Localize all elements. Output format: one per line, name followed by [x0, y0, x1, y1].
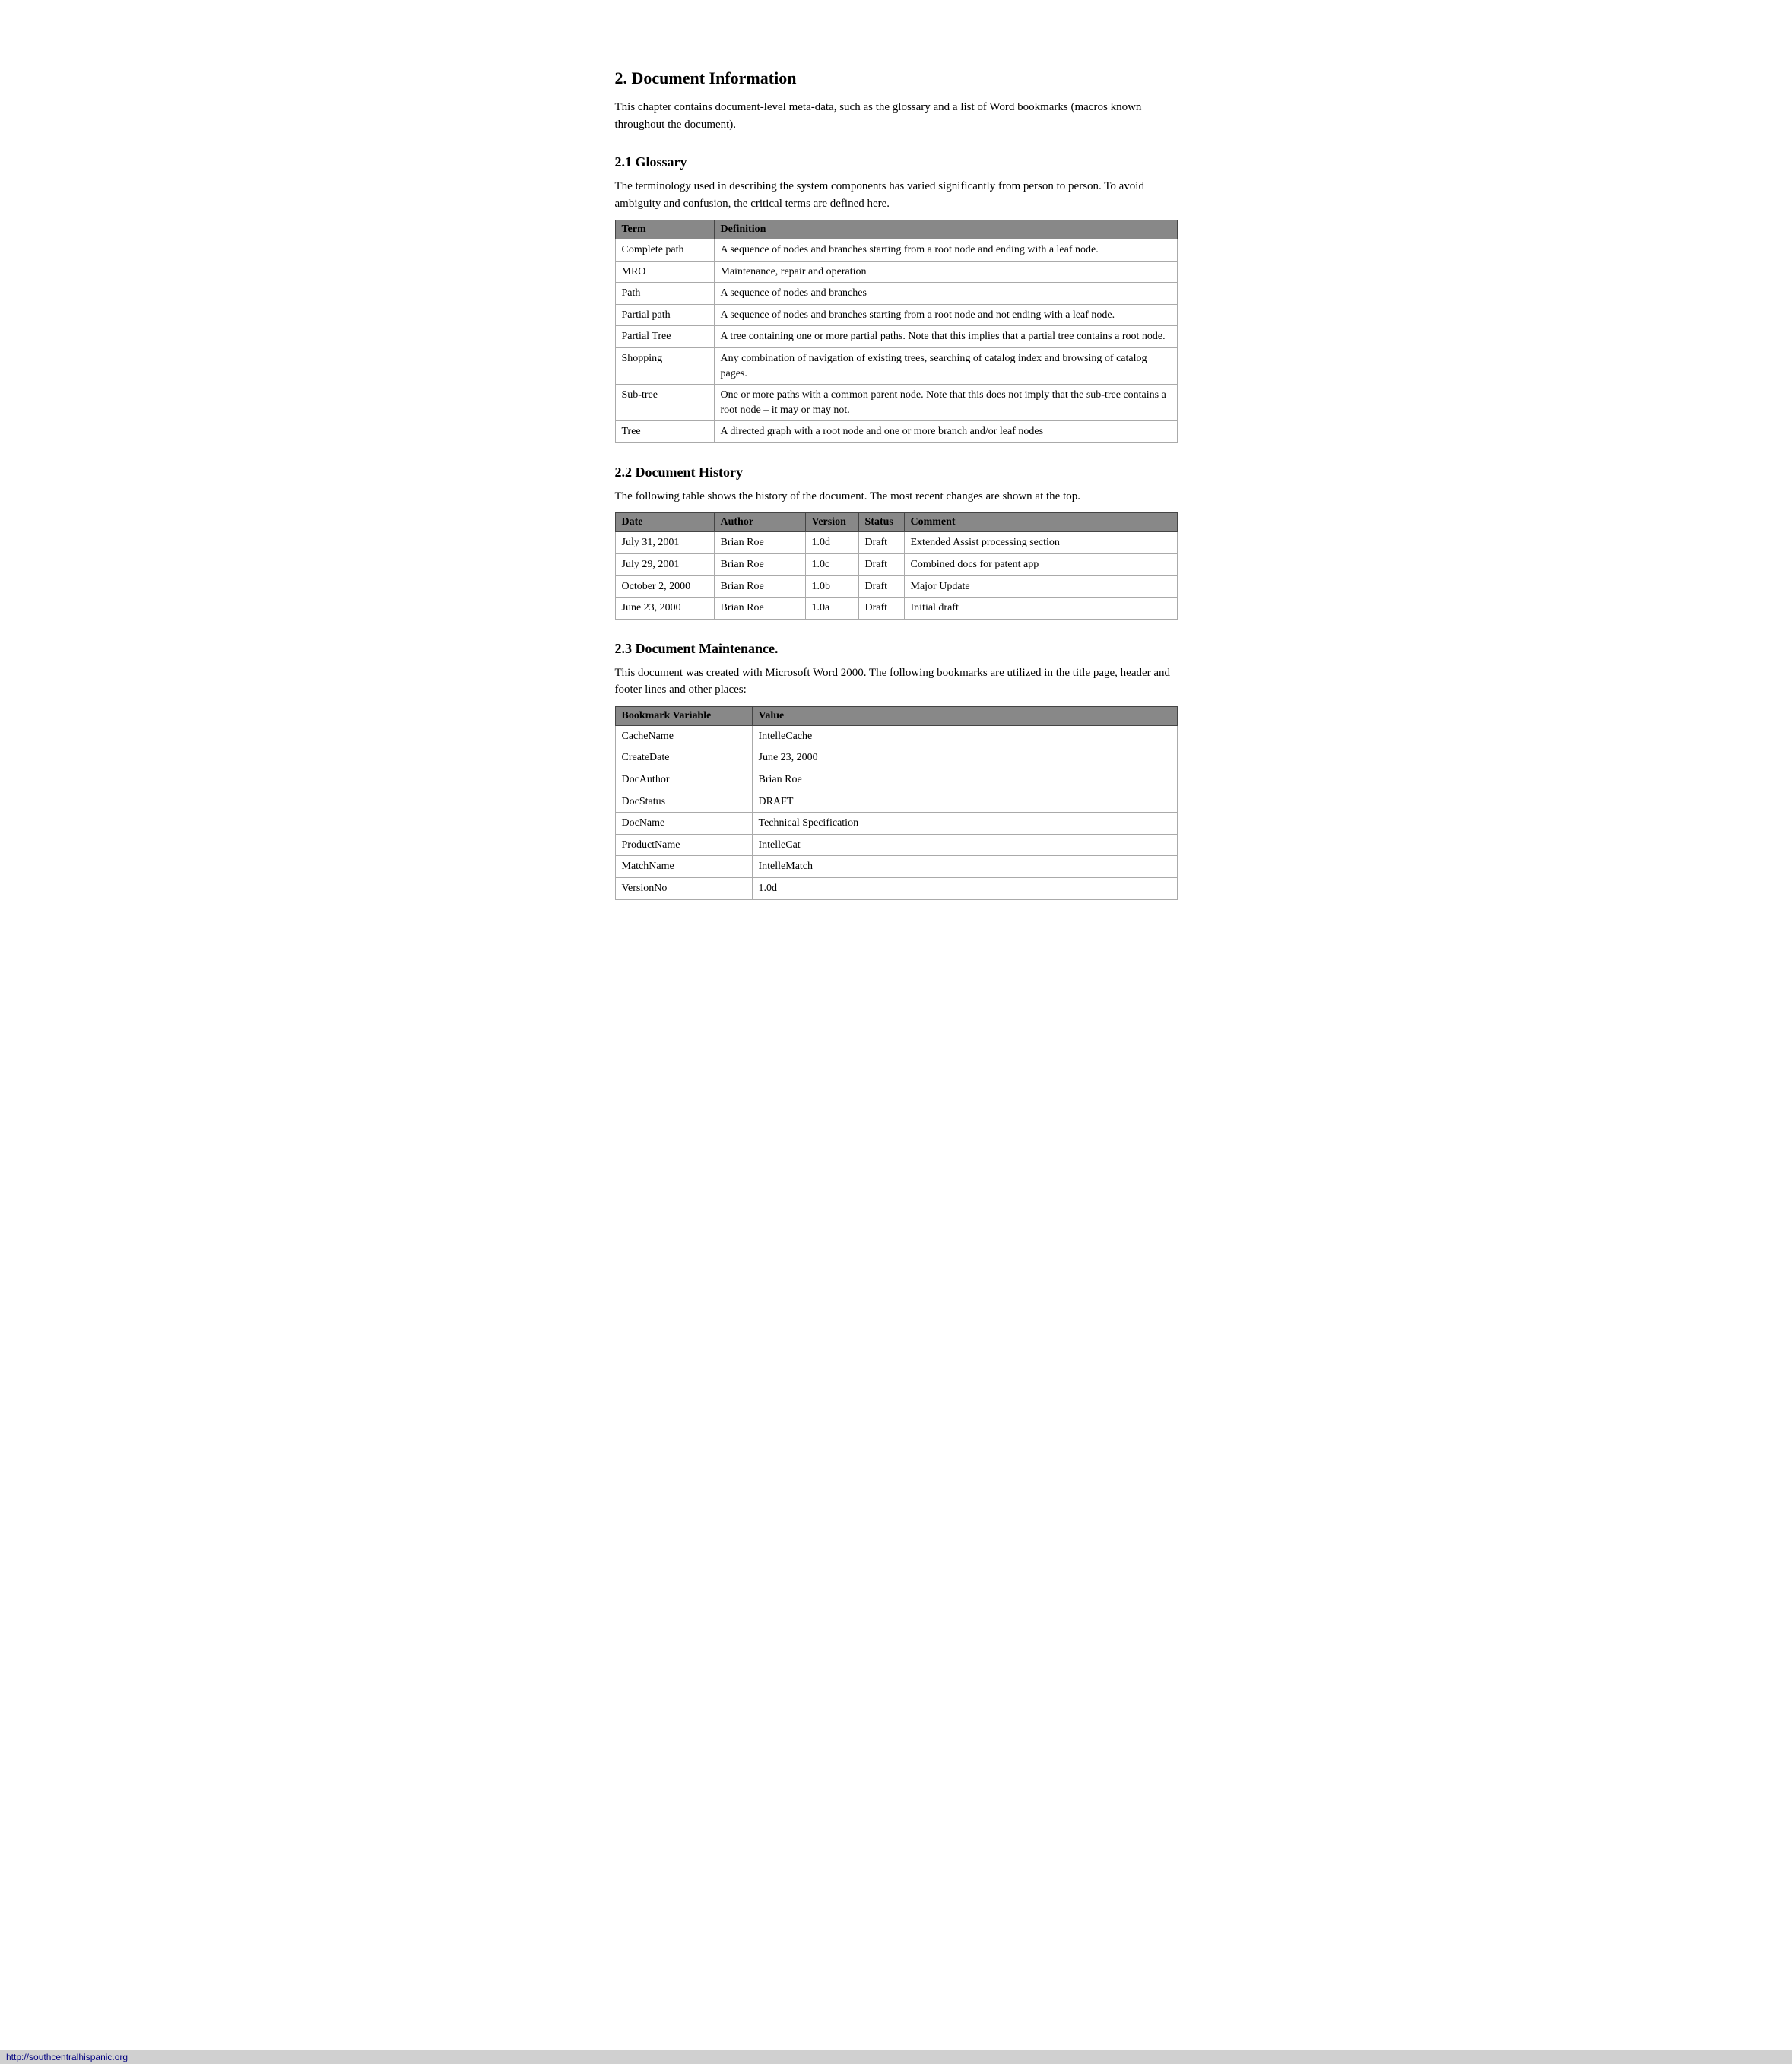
bookmark-variable-cell: DocName	[615, 813, 752, 835]
bookmark-row: MatchNameIntelleMatch	[615, 856, 1177, 878]
glossary-definition-cell: One or more paths with a common parent n…	[714, 385, 1177, 421]
glossary-term-cell: Shopping	[615, 347, 714, 384]
glossary-row: Sub-treeOne or more paths with a common …	[615, 385, 1177, 421]
glossary-definition-cell: Any combination of navigation of existin…	[714, 347, 1177, 384]
glossary-row: Partial pathA sequence of nodes and bran…	[615, 304, 1177, 326]
bookmark-value-cell: Technical Specification	[752, 813, 1177, 835]
history-col-status: Status	[858, 513, 904, 532]
history-col-author: Author	[714, 513, 805, 532]
history-row: July 31, 2001Brian Roe1.0dDraftExtended …	[615, 532, 1177, 554]
history-col-comment: Comment	[904, 513, 1177, 532]
bookmark-variable-cell: VersionNo	[615, 877, 752, 899]
history-col-version: Version	[805, 513, 858, 532]
bookmark-variable-cell: CacheName	[615, 725, 752, 747]
bookmark-value-cell: June 23, 2000	[752, 747, 1177, 769]
glossary-row: TreeA directed graph with a root node an…	[615, 421, 1177, 443]
glossary-definition-cell: A tree containing one or more partial pa…	[714, 326, 1177, 348]
bookmark-row: DocAuthorBrian Roe	[615, 769, 1177, 791]
bookmark-variable-cell: CreateDate	[615, 747, 752, 769]
glossary-row: ShoppingAny combination of navigation of…	[615, 347, 1177, 384]
glossary-row: PathA sequence of nodes and branches	[615, 283, 1177, 305]
glossary-col-term: Term	[615, 220, 714, 239]
bookmark-value-cell: 1.0d	[752, 877, 1177, 899]
bookmark-value-cell: Brian Roe	[752, 769, 1177, 791]
glossary-definition-cell: A sequence of nodes and branches startin…	[714, 304, 1177, 326]
history-cell: Draft	[858, 532, 904, 554]
url-bar: http://southcentralhispanic.org	[0, 2050, 1792, 2064]
glossary-term-cell: Partial path	[615, 304, 714, 326]
bookmark-value-cell: DRAFT	[752, 791, 1177, 813]
glossary-row: Complete pathA sequence of nodes and bra…	[615, 239, 1177, 262]
history-cell: Draft	[858, 575, 904, 598]
history-cell: Initial draft	[904, 598, 1177, 620]
history-cell: July 29, 2001	[615, 554, 714, 576]
bookmark-row: DocStatusDRAFT	[615, 791, 1177, 813]
history-row: June 23, 2000Brian Roe1.0aDraftInitial d…	[615, 598, 1177, 620]
history-cell: Draft	[858, 598, 904, 620]
bookmark-variable-cell: DocStatus	[615, 791, 752, 813]
glossary-row: Partial TreeA tree containing one or mor…	[615, 326, 1177, 348]
glossary-term-cell: Path	[615, 283, 714, 305]
section2-heading: 2. Document Information	[615, 68, 1178, 88]
history-cell: Major Update	[904, 575, 1177, 598]
history-cell: Brian Roe	[714, 575, 805, 598]
glossary-term-cell: Tree	[615, 421, 714, 443]
history-cell: Combined docs for patent app	[904, 554, 1177, 576]
bookmark-value-cell: IntelleCache	[752, 725, 1177, 747]
bookmark-col-value: Value	[752, 706, 1177, 725]
bookmark-variable-cell: MatchName	[615, 856, 752, 878]
history-cell: Brian Roe	[714, 554, 805, 576]
history-col-date: Date	[615, 513, 714, 532]
bookmark-row: VersionNo1.0d	[615, 877, 1177, 899]
bookmark-row: CreateDateJune 23, 2000	[615, 747, 1177, 769]
glossary-definition-cell: A directed graph with a root node and on…	[714, 421, 1177, 443]
history-cell: Brian Roe	[714, 598, 805, 620]
section23-intro: This document was created with Microsoft…	[615, 664, 1178, 699]
history-cell: July 31, 2001	[615, 532, 714, 554]
section21-intro: The terminology used in describing the s…	[615, 178, 1178, 212]
history-cell: Extended Assist processing section	[904, 532, 1177, 554]
bookmark-col-variable: Bookmark Variable	[615, 706, 752, 725]
glossary-definition-cell: A sequence of nodes and branches startin…	[714, 239, 1177, 262]
history-cell: 1.0b	[805, 575, 858, 598]
glossary-table: Term Definition Complete pathA sequence …	[615, 220, 1178, 443]
history-table: Date Author Version Status Comment July …	[615, 512, 1178, 619]
section22-intro: The following table shows the history of…	[615, 488, 1178, 506]
history-cell: 1.0d	[805, 532, 858, 554]
section23-heading: 2.3 Document Maintenance.	[615, 641, 1178, 657]
glossary-term-cell: Complete path	[615, 239, 714, 262]
glossary-definition-cell: A sequence of nodes and branches	[714, 283, 1177, 305]
section21-heading: 2.1 Glossary	[615, 154, 1178, 170]
history-cell: 1.0c	[805, 554, 858, 576]
glossary-row: MROMaintenance, repair and operation	[615, 261, 1177, 283]
bookmark-variable-cell: ProductName	[615, 834, 752, 856]
glossary-term-cell: Partial Tree	[615, 326, 714, 348]
history-cell: June 23, 2000	[615, 598, 714, 620]
glossary-col-definition: Definition	[714, 220, 1177, 239]
history-cell: October 2, 2000	[615, 575, 714, 598]
section2-intro: This chapter contains document-level met…	[615, 99, 1178, 133]
history-cell: 1.0a	[805, 598, 858, 620]
glossary-definition-cell: Maintenance, repair and operation	[714, 261, 1177, 283]
bookmark-variable-cell: DocAuthor	[615, 769, 752, 791]
bookmark-table: Bookmark Variable Value CacheNameIntelle…	[615, 706, 1178, 900]
history-row: October 2, 2000Brian Roe1.0bDraftMajor U…	[615, 575, 1177, 598]
history-cell: Brian Roe	[714, 532, 805, 554]
bookmark-row: ProductNameIntelleCat	[615, 834, 1177, 856]
history-cell: Draft	[858, 554, 904, 576]
glossary-term-cell: MRO	[615, 261, 714, 283]
history-row: July 29, 2001Brian Roe1.0cDraftCombined …	[615, 554, 1177, 576]
section22-heading: 2.2 Document History	[615, 464, 1178, 480]
bookmark-value-cell: IntelleCat	[752, 834, 1177, 856]
bookmark-row: CacheNameIntelleCache	[615, 725, 1177, 747]
glossary-term-cell: Sub-tree	[615, 385, 714, 421]
bookmark-value-cell: IntelleMatch	[752, 856, 1177, 878]
bookmark-row: DocNameTechnical Specification	[615, 813, 1177, 835]
